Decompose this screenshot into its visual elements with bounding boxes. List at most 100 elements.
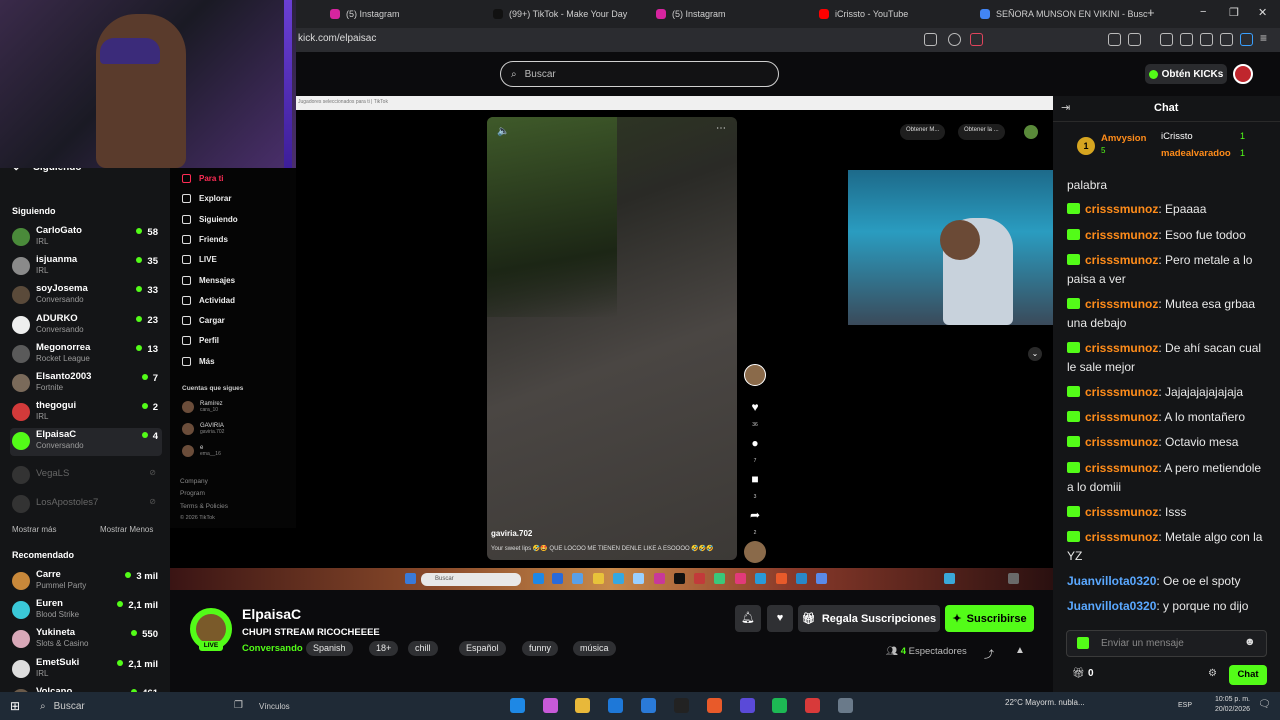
following-channel[interactable]: CarloGato IRL 58 — [10, 224, 162, 252]
tiktok-video[interactable] — [487, 117, 737, 560]
streamer-name[interactable]: ElpaisaC — [242, 606, 301, 622]
taskbar-app-icon[interactable] — [805, 698, 820, 713]
get-desktop-button[interactable]: Obtener la ... — [958, 124, 1005, 140]
tiktok-footer-link[interactable]: © 2026 TikTok — [180, 515, 215, 521]
chat-username[interactable]: crisssmunoz — [1085, 461, 1158, 475]
tiktok-footer-link[interactable]: Program — [180, 490, 205, 497]
chat-username[interactable]: crisssmunoz — [1085, 435, 1158, 449]
stream-tag[interactable]: Español — [459, 641, 506, 656]
chat-username[interactable]: crisssmunoz — [1085, 297, 1158, 311]
chat-username[interactable]: crisssmunoz — [1085, 228, 1158, 242]
taskbar-search[interactable]: ⌕ Buscar — [34, 697, 199, 716]
browser-tab[interactable]: (99+) TikTok - Make Your Day — [493, 4, 627, 24]
browser-tab[interactable]: (5) Instagram — [656, 4, 726, 24]
music-icon[interactable] — [1160, 33, 1173, 46]
chat-message[interactable]: Juanvillota0320: Oe oe el spoty — [1067, 572, 1267, 591]
url-field[interactable]: kick.com/elpaisac — [298, 33, 376, 44]
stream-tag[interactable]: funny — [522, 641, 559, 656]
tiktok-account[interactable]: Ramírez cara_10 — [182, 401, 223, 413]
stream-tag[interactable]: chill — [408, 641, 438, 656]
new-tab-button[interactable]: + — [1147, 5, 1155, 20]
sidebar-icon[interactable] — [1180, 33, 1193, 46]
tiktok-nav-item[interactable]: Para ti — [182, 174, 223, 183]
show-less-link[interactable]: Mostrar Menos — [100, 525, 153, 534]
volume-icon[interactable]: 🔈 — [497, 126, 509, 137]
chat-message[interactable]: crisssmunoz: Pero metale a lo paisa a ve… — [1067, 251, 1267, 289]
author-avatar[interactable] — [744, 364, 766, 386]
notification-icon[interactable]: 🗨︎ — [1258, 699, 1271, 710]
following-channel[interactable]: soyJosema Conversando 33 — [10, 282, 162, 310]
minimize-button[interactable]: − — [1200, 6, 1206, 18]
share-icon[interactable]: ➦ — [747, 508, 763, 522]
taskbar-app-icon[interactable] — [707, 698, 722, 713]
offline-channel[interactable]: VegaLS ⊘ — [10, 462, 162, 490]
language-indicator[interactable]: ESP — [1178, 702, 1192, 709]
stream-category[interactable]: Conversando — [242, 643, 303, 654]
tiktok-nav-item[interactable]: Siguiendo — [182, 214, 238, 224]
sound-disc-icon[interactable] — [744, 541, 766, 563]
chat-message[interactable]: crisssmunoz: De ahí sacan cual le sale m… — [1067, 339, 1267, 377]
comment-icon[interactable]: ● — [747, 436, 763, 450]
menu-icon[interactable]: ≡ — [1260, 31, 1267, 45]
links-toolbar[interactable]: Vínculos — [259, 702, 290, 711]
user-avatar[interactable] — [1233, 64, 1253, 84]
wallet-icon[interactable] — [1200, 33, 1213, 46]
offline-channel[interactable]: LosApostoles7 ⊘ — [10, 491, 162, 519]
stream-tag[interactable]: Spanish — [306, 641, 353, 656]
chat-message[interactable]: crisssmunoz: Isss — [1067, 503, 1267, 522]
video-author[interactable]: gaviria.702 — [491, 529, 532, 538]
chat-username[interactable]: crisssmunoz — [1085, 202, 1158, 216]
share-icon[interactable]: ⤴ — [984, 646, 994, 661]
taskbar-app-icon[interactable] — [641, 698, 656, 713]
collapse-chat-icon[interactable]: ⇥ — [1061, 101, 1070, 114]
get-app-button[interactable]: Obtener M... — [900, 124, 946, 140]
notifications-bell-icon[interactable]: 🔔︎ — [735, 605, 761, 632]
brave-rewards-icon[interactable] — [970, 33, 983, 46]
heart-icon[interactable]: ♥ — [747, 400, 763, 414]
tiktok-nav-item[interactable]: Perfil — [182, 336, 219, 346]
chat-message[interactable]: crisssmunoz: Mutea esa grbaa una debajo — [1067, 295, 1267, 333]
tiktok-footer-link[interactable]: Company — [180, 478, 208, 485]
tiktok-nav-item[interactable]: Actividad — [182, 295, 235, 305]
show-more-link[interactable]: Mostrar más — [12, 525, 56, 534]
gift-subs-button[interactable]: 🎁︎ Regala Suscripciones — [798, 605, 940, 632]
chat-message[interactable]: crisssmunoz: A pero metiendole a lo domi… — [1067, 459, 1267, 497]
close-window-button[interactable]: ✕ — [1258, 6, 1267, 19]
vpn-icon[interactable] — [1220, 33, 1233, 46]
taskbar-app-icon[interactable] — [510, 698, 525, 713]
chat-message[interactable]: crisssmunoz: A lo montañero — [1067, 408, 1267, 427]
following-channel[interactable]: isjuanma IRL 35 — [10, 253, 162, 281]
more-options-icon[interactable]: ⋯ — [716, 123, 726, 134]
tiktok-nav-item[interactable]: LIVE — [182, 255, 217, 265]
weather-widget[interactable]: 22°C Mayorm. nubla... — [1005, 698, 1085, 707]
brave-shield-icon[interactable] — [948, 33, 961, 46]
chat-username[interactable]: crisssmunoz — [1085, 385, 1158, 399]
chevron-down-icon[interactable]: ⌄ — [1028, 347, 1042, 361]
subscribe-button[interactable]: ✦ Suscribirse — [945, 605, 1034, 632]
chat-message[interactable]: crisssmunoz: Octavio mesa — [1067, 433, 1267, 452]
following-channel[interactable]: ADURKO Conversando 23 — [10, 312, 162, 340]
task-view-icon[interactable]: ❐ — [234, 700, 243, 711]
chat-username[interactable]: Juanvillota0320 — [1067, 599, 1156, 613]
tiktok-nav-item[interactable]: Friends — [182, 234, 228, 244]
chat-input[interactable]: Enviar un mensaje — [1066, 630, 1267, 657]
taskbar-app-icon[interactable] — [838, 698, 853, 713]
search-input[interactable]: ⌕ Buscar — [500, 61, 779, 87]
chat-message[interactable]: crisssmunoz: Metale algo con la YZ — [1067, 528, 1267, 566]
following-channel[interactable]: Elsanto2003 Fortnite 7 — [10, 370, 162, 398]
get-kicks-button[interactable]: Obtén KICKs — [1145, 64, 1227, 84]
recommended-channel[interactable]: Yukineta Slots & Casino 550 — [10, 626, 162, 654]
following-channel[interactable]: Megonorrea Rocket League 13 — [10, 341, 162, 369]
recommended-channel[interactable]: Carre Pummel Party 3 mil — [10, 568, 162, 596]
tiktok-nav-item[interactable]: Mensajes — [182, 275, 235, 285]
chat-username[interactable]: crisssmunoz — [1085, 530, 1158, 544]
tiktok-footer-link[interactable]: Terms & Policies — [180, 503, 228, 510]
chat-message[interactable]: crisssmunoz: Esoo fue todoo — [1067, 226, 1267, 245]
extensions-icon[interactable] — [1108, 33, 1121, 46]
chat-message[interactable]: Juanvillota0320: y porque no dijo — [1067, 597, 1267, 616]
send-chat-button[interactable]: Chat — [1229, 665, 1267, 685]
emoji-icon[interactable]: ☻ — [1244, 636, 1256, 648]
taskbar-app-icon[interactable] — [543, 698, 558, 713]
tiktok-nav-item[interactable]: Explorar — [182, 194, 231, 204]
chat-username[interactable]: crisssmunoz — [1085, 341, 1158, 355]
